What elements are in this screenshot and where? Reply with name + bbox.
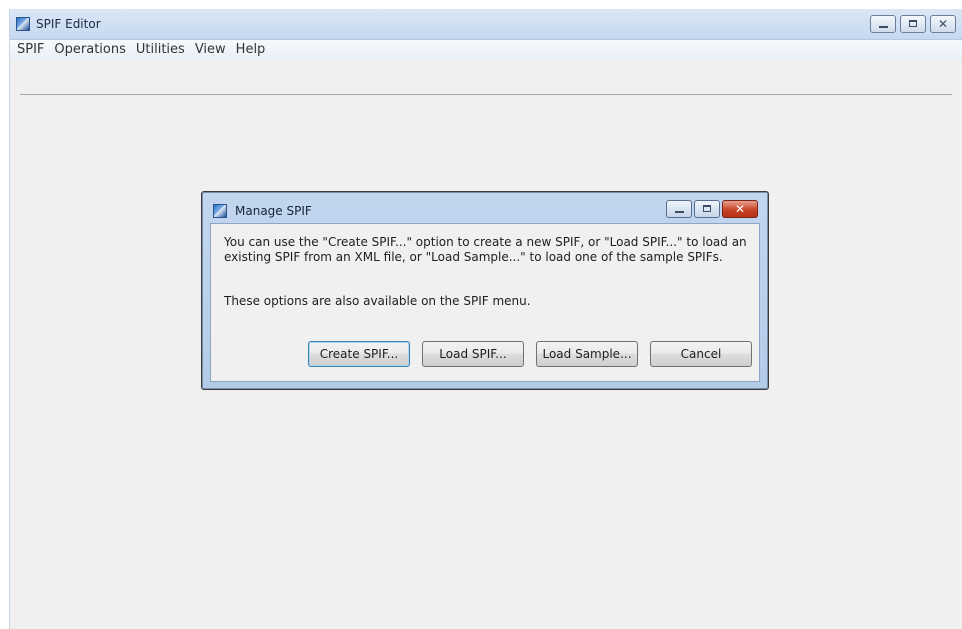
menu-help[interactable]: Help bbox=[231, 40, 271, 60]
menu-bar: SPIF Operations Utilities View Help bbox=[10, 40, 962, 60]
toolbar-separator bbox=[20, 94, 952, 95]
maximize-button[interactable] bbox=[900, 15, 926, 33]
create-spif-button[interactable]: Create SPIF... bbox=[308, 341, 410, 367]
dialog-note: These options are also available on the … bbox=[224, 294, 531, 308]
dialog-body: You can use the "Create SPIF..." option … bbox=[210, 223, 760, 382]
load-sample-button[interactable]: Load Sample... bbox=[536, 341, 638, 367]
window-title: SPIF Editor bbox=[36, 17, 101, 31]
dialog-title-bar[interactable]: Manage SPIF ✕ bbox=[202, 192, 768, 220]
dialog-window-controls: ✕ bbox=[666, 200, 758, 218]
dialog-message: You can use the "Create SPIF..." option … bbox=[224, 235, 747, 264]
menu-utilities[interactable]: Utilities bbox=[131, 40, 190, 60]
manage-spif-dialog: Manage SPIF ✕ You can use the "Create SP… bbox=[201, 191, 769, 390]
dialog-title: Manage SPIF bbox=[235, 204, 312, 218]
window-controls: ✕ bbox=[870, 15, 956, 35]
menu-view[interactable]: View bbox=[190, 40, 231, 60]
load-spif-button[interactable]: Load SPIF... bbox=[422, 341, 524, 367]
dialog-maximize-button[interactable] bbox=[694, 200, 720, 218]
menu-operations[interactable]: Operations bbox=[49, 40, 130, 60]
cancel-button[interactable]: Cancel bbox=[650, 341, 752, 367]
menu-spif[interactable]: SPIF bbox=[12, 40, 49, 60]
title-bar[interactable]: SPIF Editor ✕ bbox=[10, 9, 962, 40]
app-icon bbox=[16, 17, 30, 31]
dialog-button-row: Create SPIF... Load SPIF... Load Sample.… bbox=[211, 341, 759, 367]
close-button[interactable]: ✕ bbox=[930, 15, 956, 33]
minimize-button[interactable] bbox=[870, 15, 896, 33]
dialog-minimize-button[interactable] bbox=[666, 200, 692, 218]
dialog-app-icon bbox=[213, 204, 227, 218]
dialog-close-button[interactable]: ✕ bbox=[722, 200, 758, 218]
